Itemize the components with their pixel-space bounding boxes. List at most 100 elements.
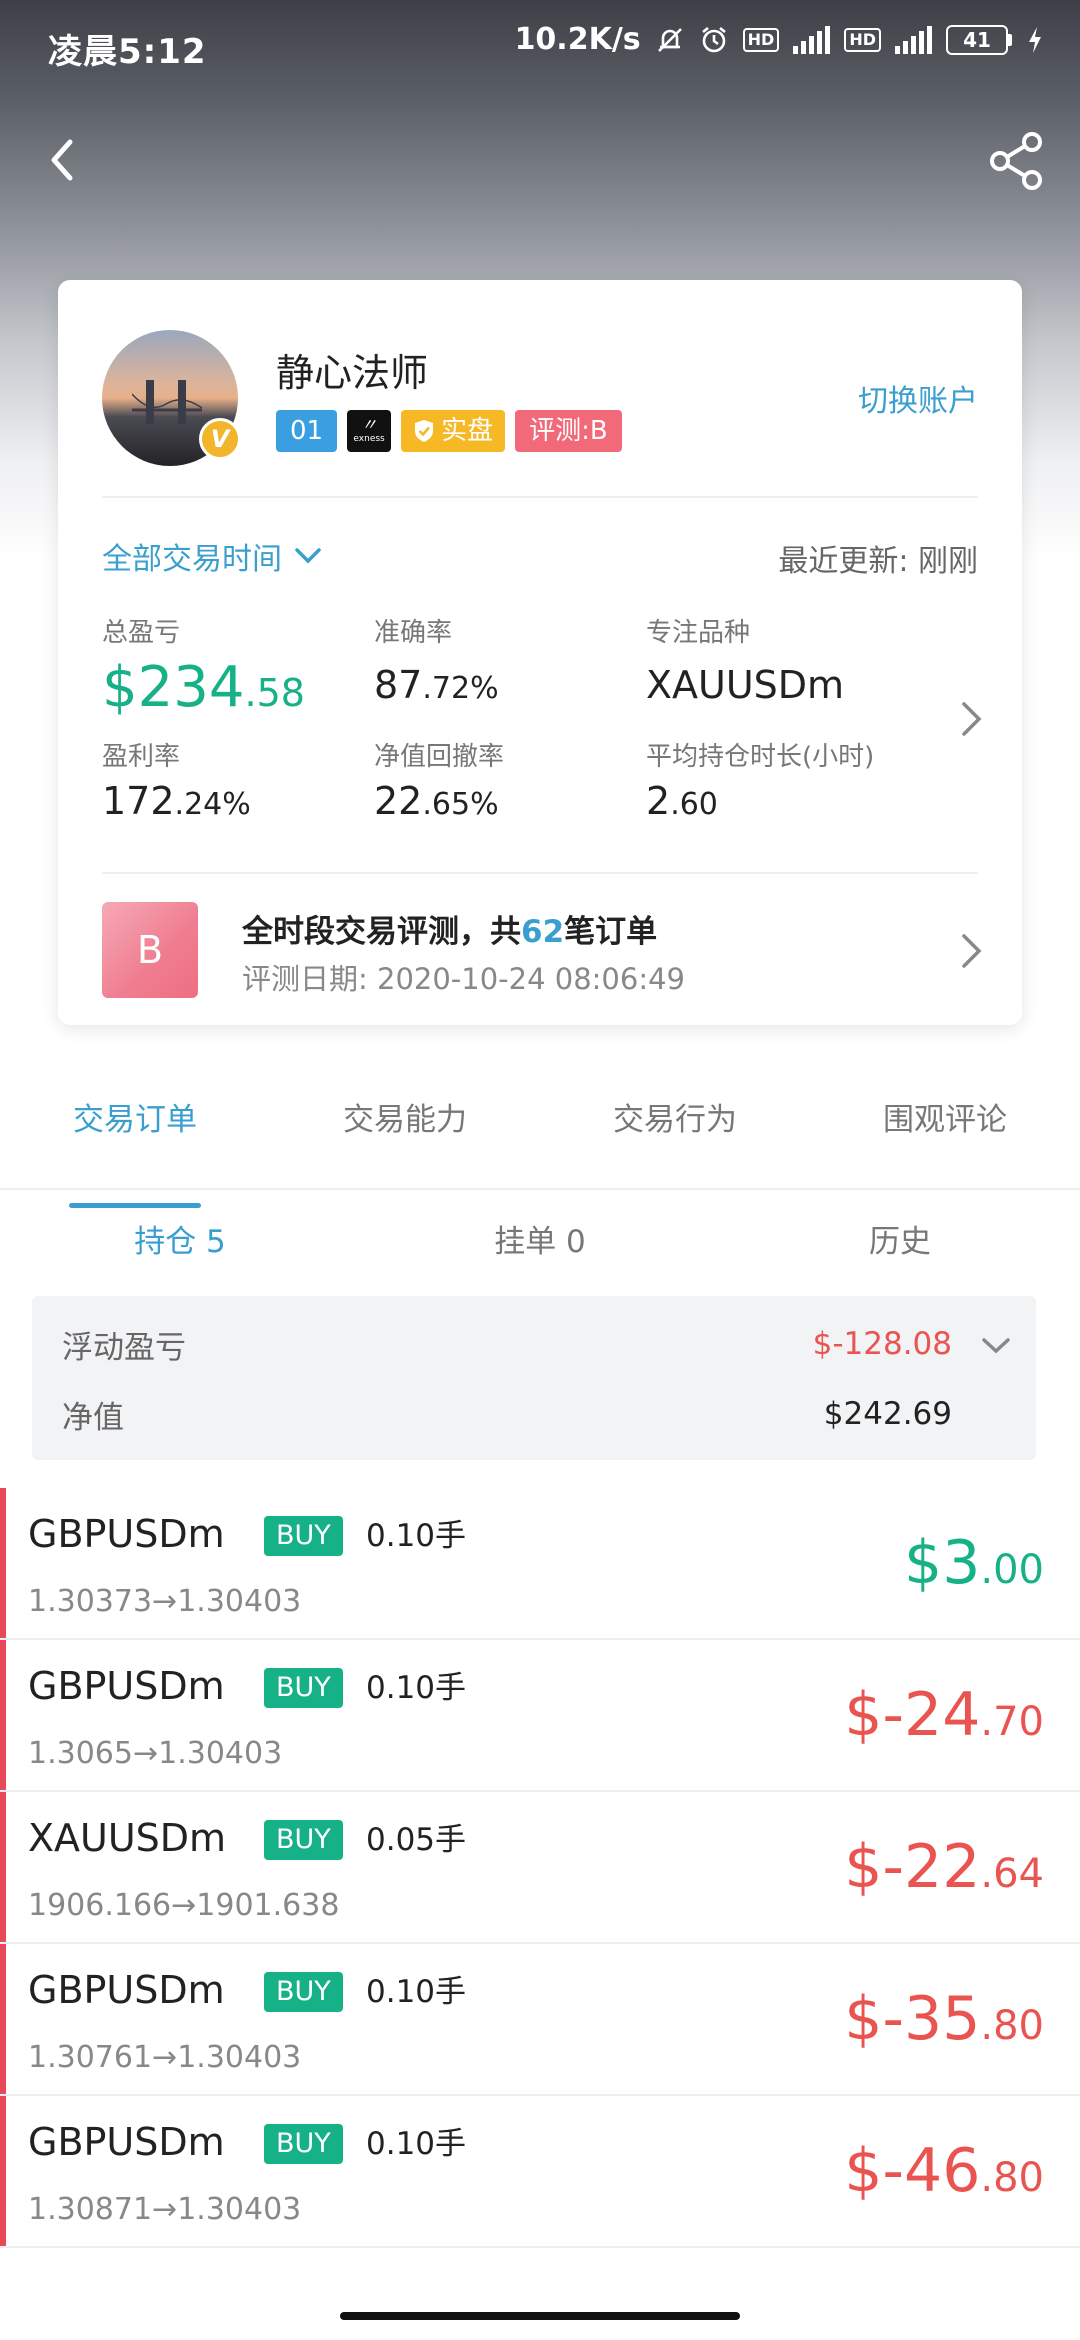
position-prices: 1.30871→1.30403 [28,2192,302,2227]
position-prices: 1.30761→1.30403 [28,2040,302,2075]
stat-label: 盈利率 [102,742,181,772]
divider [102,496,978,498]
position-side-badge: BUY [264,1972,343,2012]
stat-label: 专注品种 [646,618,751,648]
stat-value-dec: .65% [422,787,499,822]
equity-label: 净值 [62,1399,124,1436]
position-row[interactable]: GBPUSDm BUY 0.10手 1.30871→1.30403 $-46.8… [0,2096,1080,2248]
subtab-positions[interactable]: 持仓 5 [0,1212,360,1272]
position-symbol: GBPUSDm [28,1968,225,2012]
evaluation-order-count: 62 [521,914,565,950]
evaluation-grade-icon: B [102,902,198,998]
position-lots: 0.05手 [366,1822,467,1858]
position-lots: 0.10手 [366,1518,467,1554]
floating-pnl-value: $-128.08 [812,1326,952,1362]
summary-chevron-down-icon[interactable] [980,1336,1012,1356]
signal-icon [793,25,831,54]
stat-accuracy: 准确率 87.72% [374,612,499,707]
position-pnl: $-46.80 [844,2136,1044,2206]
position-side-badge: BUY [264,1820,343,1860]
alarm-icon [699,25,729,55]
stat-value-int: 2 [646,779,671,823]
stat-value-int: 87 [374,663,423,707]
main-tabs: 交易订单 交易能力 交易行为 围观评论 [0,1090,1080,1190]
equity-row: 净值 $242.69 [62,1384,1006,1444]
profile-card: V 静心法师 01 〃 exness 实盘 评测:B 切换账户 全部交易时间 最… [58,280,1022,1025]
stats-detail-chevron-icon[interactable] [960,700,984,738]
pnl-int: $3 [904,1528,981,1598]
evaluation-date: 评测日期: 2020-10-24 08:06:49 [242,962,685,996]
order-subtabs: 持仓 5 挂单 0 历史 [0,1212,1080,1272]
battery-level: 41 [963,27,991,52]
position-symbol: GBPUSDm [28,2120,225,2164]
tab-trade-behavior[interactable]: 交易行为 [540,1090,810,1188]
period-selector[interactable]: 全部交易时间 [102,534,322,578]
evaluation-title-suffix: 笔订单 [564,914,658,950]
hd-icon: HD [742,27,780,52]
stat-value-int: $234 [102,655,245,720]
tab-trade-orders[interactable]: 交易订单 [0,1090,270,1188]
status-bar: 凌晨5:12 10.2K/s HD HD 41 [0,0,1080,92]
evaluation-title-prefix: 全时段交易评测，共 [242,914,521,950]
tab-trade-ability[interactable]: 交易能力 [270,1090,540,1188]
positions-list: GBPUSDm BUY 0.10手 1.30373→1.30403 $3.00 … [0,1488,1080,2248]
broker-name: exness [353,434,385,444]
share-button[interactable] [984,128,1050,194]
stat-value-dec: .60 [670,787,718,822]
position-row[interactable]: GBPUSDm BUY 0.10手 1.3065→1.30403 $-24.70 [0,1640,1080,1792]
position-prices: 1906.166→1901.638 [28,1888,340,1923]
position-pnl: $-22.64 [844,1832,1044,1902]
position-symbol: XAUUSDm [28,1816,227,1860]
stat-focus-symbol: 专注品种 XAUUSDm [646,612,844,707]
evaluation-title[interactable]: 全时段交易评测，共62笔订单 [242,906,657,951]
verified-badge: V [199,418,241,460]
net-speed: 10.2K/s [514,22,641,57]
position-row[interactable]: XAUUSDm BUY 0.05手 1906.166→1901.638 $-22… [0,1792,1080,1944]
shield-check-icon [415,420,434,442]
stat-profit-rate: 盈利率 172.24% [102,736,251,823]
positions-summary: 浮动盈亏 $-128.08 净值 $242.69 [32,1296,1036,1460]
stat-avg-hold: 平均持仓时长(小时) 2.60 [646,736,874,823]
hd-icon-2: HD [844,27,881,52]
position-row[interactable]: GBPUSDm BUY 0.10手 1.30373→1.30403 $3.00 [0,1488,1080,1640]
last-updated: 最近更新: 刚刚 [778,544,978,579]
battery-icon: 41 [946,24,1012,55]
pnl-dec: .64 [980,1851,1044,1897]
real-tag-label: 实盘 [441,416,494,446]
subtab-history[interactable]: 历史 [720,1212,1080,1272]
charging-icon [1026,25,1044,55]
broker-logo-mark: 〃 [361,415,378,434]
username: 静心法师 [276,351,429,395]
back-button[interactable] [40,130,90,190]
tab-comments[interactable]: 围观评论 [810,1090,1080,1188]
pnl-dec: .80 [980,2003,1044,2049]
position-pnl: $3.00 [904,1528,1044,1598]
real-account-tag: 实盘 [401,410,506,452]
floating-pnl-label: 浮动盈亏 [62,1329,186,1366]
share-icon [990,132,1042,190]
status-time: 凌晨5:12 [48,32,207,72]
position-prices: 1.30373→1.30403 [28,1584,302,1619]
stat-value-int: 22 [374,779,423,823]
stat-value-dec: .72% [422,671,499,706]
switch-account-button[interactable]: 切换账户 [858,376,978,420]
position-lots: 0.10手 [366,2126,467,2162]
home-indicator[interactable] [340,2312,740,2320]
pnl-dec: .00 [980,1547,1044,1593]
evaluation-chevron-icon[interactable] [960,932,984,970]
rating-tag: 评测:B [515,410,622,452]
position-pnl: $-24.70 [844,1680,1044,1750]
position-row[interactable]: GBPUSDm BUY 0.10手 1.30761→1.30403 $-35.8… [0,1944,1080,2096]
subtab-pending[interactable]: 挂单 0 [360,1212,720,1272]
position-pnl: $-35.80 [844,1984,1044,2054]
pnl-dec: .80 [980,2155,1044,2201]
divider [102,872,978,874]
position-side-badge: BUY [264,1516,343,1556]
mute-icon [655,25,685,55]
stat-value-dec: .58 [244,671,305,715]
pnl-int: $-35 [844,1984,981,2054]
avatar-bridge-image [132,380,202,424]
floating-pnl-row: 浮动盈亏 $-128.08 [62,1314,1006,1374]
account-number-tag: 01 [276,410,338,452]
stat-drawdown: 净值回撤率 22.65% [374,736,504,823]
